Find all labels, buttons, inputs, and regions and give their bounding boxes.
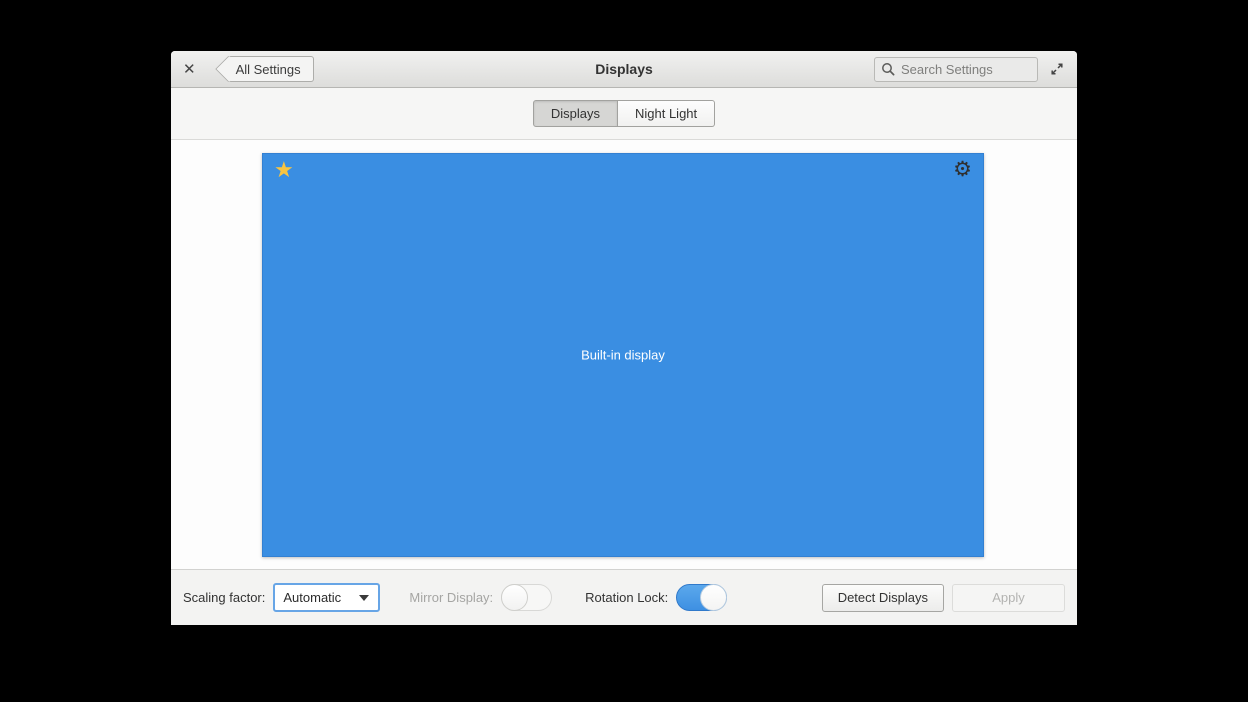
- display-preview[interactable]: ★ ⚙ Built-in display: [262, 153, 984, 557]
- tab-group: Displays Night Light: [533, 100, 715, 127]
- primary-display-star-icon[interactable]: ★: [274, 158, 294, 184]
- detect-displays-button[interactable]: Detect Displays: [822, 584, 944, 612]
- toggle-knob: [700, 584, 727, 611]
- display-settings-gear-icon[interactable]: ⚙: [953, 157, 972, 182]
- display-name-label: Built-in display: [581, 348, 665, 363]
- search-settings-field[interactable]: [874, 57, 1038, 82]
- apply-button[interactable]: Apply: [952, 584, 1065, 612]
- scaling-factor-value: Automatic: [283, 590, 341, 605]
- tab-night-light[interactable]: Night Light: [618, 100, 715, 127]
- back-button-label: All Settings: [236, 62, 301, 77]
- rotation-lock-toggle[interactable]: [676, 584, 727, 611]
- all-settings-back-button[interactable]: All Settings: [228, 56, 314, 82]
- close-icon[interactable]: ✕: [183, 62, 196, 77]
- maximize-icon[interactable]: [1049, 61, 1065, 77]
- tab-displays[interactable]: Displays: [533, 100, 618, 127]
- mirror-display-toggle[interactable]: [501, 584, 552, 611]
- search-icon: [881, 62, 895, 76]
- scaling-factor-label: Scaling factor:: [183, 590, 265, 605]
- displays-settings-window: ✕ All Settings Displays Displays Night L: [171, 51, 1077, 625]
- scaling-factor-dropdown[interactable]: Automatic: [273, 583, 380, 612]
- chevron-down-icon: [359, 595, 369, 601]
- view-switcher: Displays Night Light: [171, 88, 1077, 140]
- search-input[interactable]: [901, 62, 1031, 77]
- footer-action-bar: Scaling factor: Automatic Mirror Display…: [171, 569, 1077, 625]
- content-area: ★ ⚙ Built-in display: [171, 140, 1077, 569]
- mirror-display-group: Mirror Display:: [409, 584, 552, 611]
- rotation-lock-label: Rotation Lock:: [585, 590, 668, 605]
- page-title: Displays: [595, 61, 653, 77]
- rotation-lock-group: Rotation Lock:: [585, 584, 727, 611]
- mirror-display-label: Mirror Display:: [409, 590, 493, 605]
- toggle-knob: [501, 584, 528, 611]
- header-bar: ✕ All Settings Displays: [171, 51, 1077, 88]
